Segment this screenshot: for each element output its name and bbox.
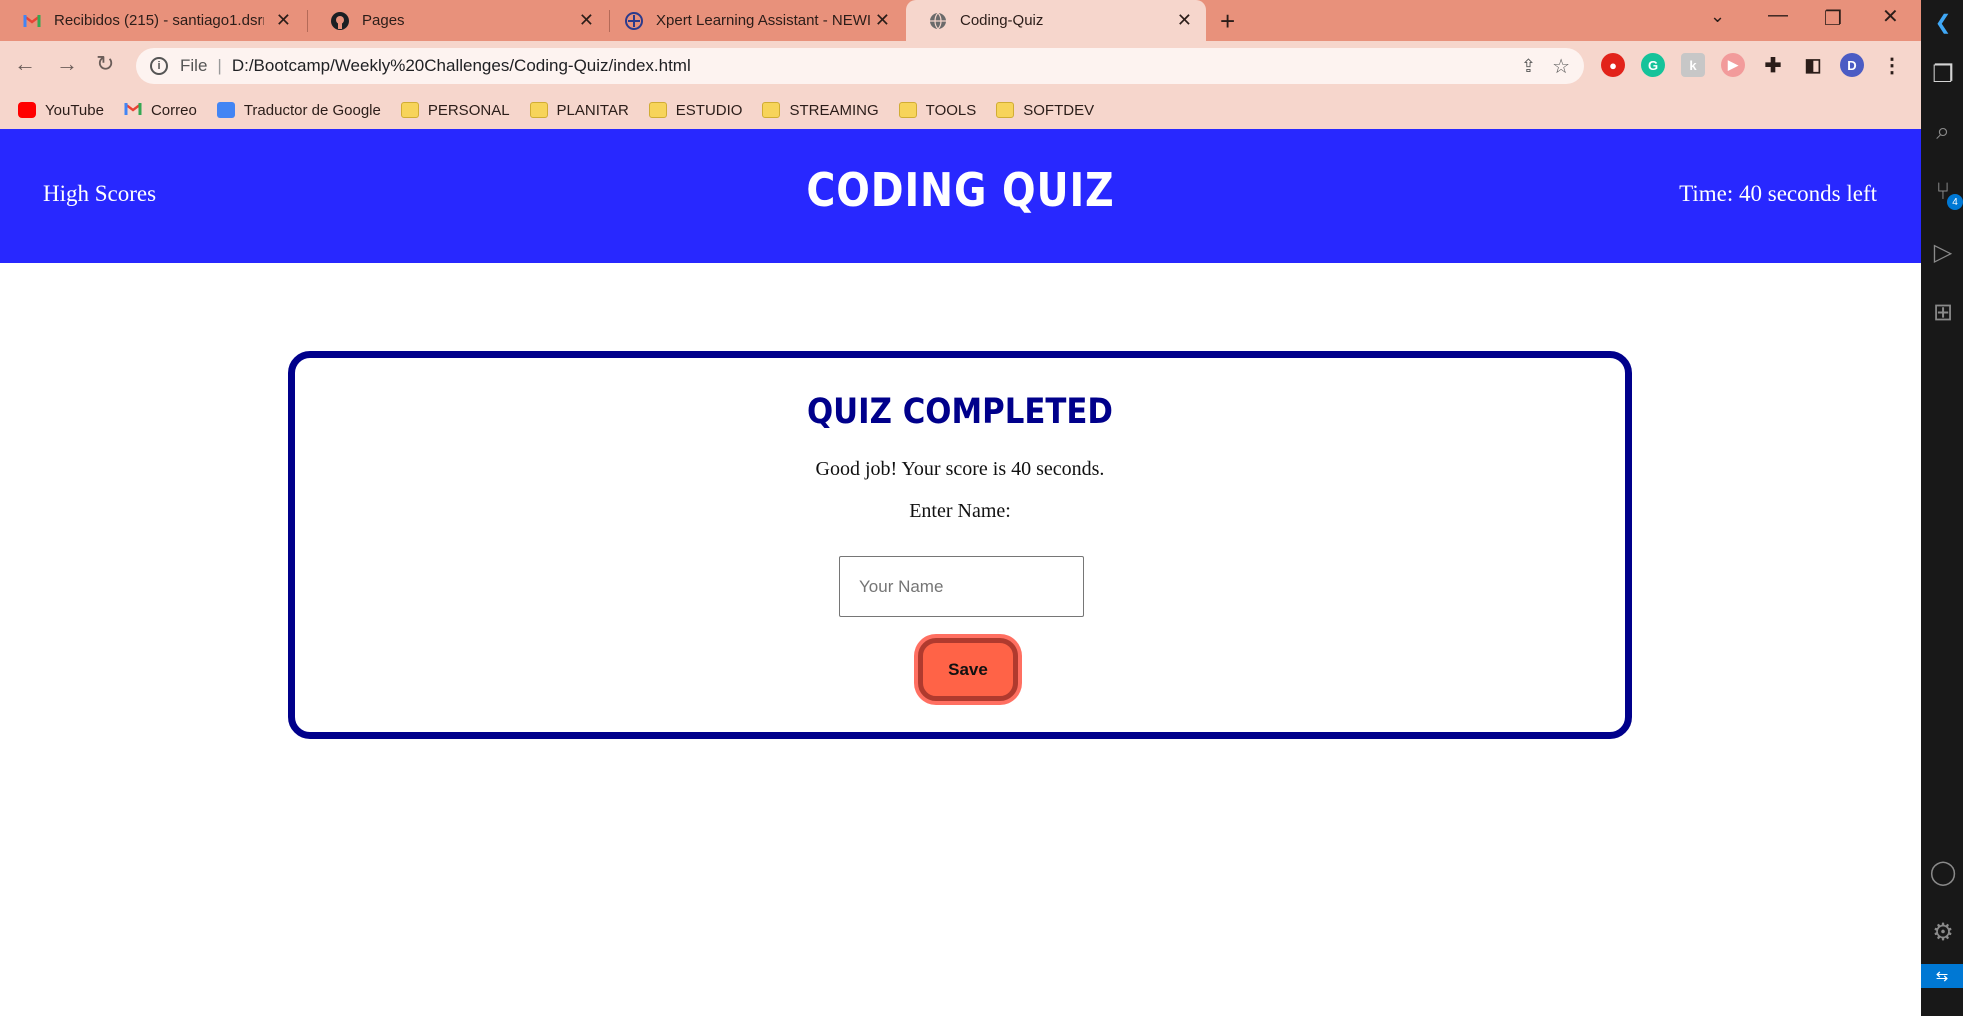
folder-icon (400, 102, 419, 118)
menu-icon[interactable]: ⋮ (1880, 53, 1904, 77)
bookmark-folder-streaming[interactable]: STREAMING (762, 101, 879, 119)
avatar[interactable]: D (1840, 53, 1864, 77)
scheme-label: File (180, 56, 208, 75)
address-bar[interactable]: i File | D:/Bootcamp/Weekly%20Challenges… (136, 48, 1584, 84)
close-icon[interactable]: ✕ (579, 10, 594, 31)
score-text: Good job! Your score is 40 seconds. (815, 458, 1105, 480)
tab-label: Coding-Quiz (960, 12, 1044, 29)
window-close-icon[interactable]: ✕ (1882, 4, 1899, 29)
url-text[interactable]: D:/Bootcamp/Weekly%20Challenges/Coding-Q… (232, 56, 691, 76)
folder-icon (898, 102, 917, 118)
minimize-icon[interactable]: — (1768, 4, 1788, 27)
tab-label: Recibidos (215) - santiago1.dsrm (54, 12, 264, 29)
page-title: CODING QUIZ (806, 163, 1115, 217)
back-icon[interactable]: ← (14, 51, 36, 77)
bookmark-label: TOOLS (925, 101, 977, 119)
xpert-icon (624, 11, 644, 31)
folder-icon (762, 102, 781, 118)
folder-icon (648, 102, 667, 118)
restore-icon[interactable]: ❐ (1824, 6, 1842, 31)
explorer-icon[interactable]: ❐ (1929, 60, 1957, 88)
close-icon[interactable]: ✕ (875, 10, 890, 31)
gmail-icon (22, 11, 42, 31)
vscode-activity-bar: ❮ ❐ ⌕ ⑂ 4 ▷ ⊞ ◯ ⚙ ⇆ (1921, 0, 1963, 1016)
vscode-logo-icon: ❮ (1934, 11, 1952, 34)
remote-icon[interactable]: ⇆ (1921, 964, 1963, 988)
bookmark-label: Correo (150, 101, 197, 119)
tab-search-icon[interactable]: ⌄ (1710, 6, 1725, 27)
bookmark-label: PERSONAL (427, 101, 510, 119)
share-icon[interactable]: ⇪ (1521, 56, 1536, 77)
screen-recorder-icon[interactable]: ▶ (1721, 53, 1745, 77)
bookmarks-bar: YouTube Correo Traductor de Google PERSO… (0, 91, 1921, 129)
side-panel-icon[interactable]: ◧ (1801, 53, 1825, 77)
bookmark-label: Traductor de Google (243, 101, 381, 119)
bookmark-folder-estudio[interactable]: ESTUDIO (648, 101, 743, 119)
bookmark-label: SOFTDEV (1023, 101, 1095, 119)
tab-label: Pages (362, 12, 405, 29)
tab-xpert[interactable]: Xpert Learning Assistant - NEWI ✕ (602, 0, 904, 41)
settings-gear-icon[interactable]: ⚙ (1929, 918, 1957, 946)
timer-text: Time: 40 seconds left (1679, 181, 1877, 206)
card-title: QUIZ COMPLETED (806, 392, 1113, 432)
divider: | (217, 56, 222, 75)
tab-gmail[interactable]: Recibidos (215) - santiago1.dsrm ✕ (0, 0, 305, 41)
bookmark-star-icon[interactable]: ☆ (1552, 54, 1570, 79)
github-icon (330, 11, 350, 31)
quiz-completed-card: QUIZ COMPLETED Good job! Your score is 4… (288, 351, 1632, 739)
account-icon[interactable]: ◯ (1929, 858, 1957, 886)
bookmark-traductor[interactable]: Traductor de Google (216, 101, 381, 119)
folder-icon (529, 102, 548, 118)
bookmark-youtube[interactable]: YouTube (18, 102, 104, 119)
bookmark-folder-tools[interactable]: TOOLS (898, 101, 977, 119)
save-button[interactable]: Save (918, 638, 1018, 701)
info-icon[interactable]: i (150, 57, 168, 75)
bookmark-folder-softdev[interactable]: SOFTDEV (996, 102, 1094, 119)
new-tab-icon[interactable]: + (1220, 6, 1235, 37)
close-icon[interactable]: ✕ (276, 10, 291, 31)
site-header: High Scores CODING QUIZ Time: 40 seconds… (0, 129, 1921, 263)
gmail-icon (124, 102, 142, 118)
browser-window: Recibidos (215) - santiago1.dsrm ✕ Pages… (0, 0, 1921, 1016)
puzzle-icon[interactable]: ✚ (1761, 53, 1785, 77)
bookmark-label: YouTube (45, 101, 104, 119)
grammarly-icon[interactable]: G (1641, 53, 1665, 77)
run-debug-icon[interactable]: ▷ (1929, 238, 1957, 266)
extension-icon[interactable]: k (1681, 53, 1705, 77)
extensions-icon[interactable]: ⊞ (1929, 298, 1957, 326)
globe-icon (928, 11, 948, 31)
folder-icon (996, 102, 1015, 118)
page-viewport: High Scores CODING QUIZ Time: 40 seconds… (0, 129, 1921, 1016)
translate-icon (216, 102, 235, 118)
scm-badge: 4 (1947, 194, 1963, 210)
name-label: Enter Name: (909, 500, 1011, 522)
bookmark-label: ESTUDIO (675, 101, 743, 119)
tab-label: Xpert Learning Assistant - NEWI (656, 12, 872, 29)
youtube-icon (18, 102, 36, 118)
tab-pages[interactable]: Pages ✕ (308, 0, 608, 41)
tab-coding-quiz[interactable]: Coding-Quiz ✕ (906, 0, 1206, 41)
bookmark-correo[interactable]: Correo (124, 102, 197, 119)
bookmark-folder-personal[interactable]: PERSONAL (400, 101, 510, 119)
search-icon[interactable]: ⌕ (1929, 118, 1957, 146)
forward-icon[interactable]: → (56, 51, 78, 77)
close-icon[interactable]: ✕ (1177, 10, 1192, 31)
bookmark-label: PLANITAR (556, 101, 629, 119)
adblock-icon[interactable]: ● (1601, 53, 1625, 77)
browser-toolbar: ← → ↻ i File | D:/Bootcamp/Weekly%20Chal… (0, 41, 1921, 91)
bookmark-label: STREAMING (789, 101, 879, 119)
tab-strip: Recibidos (215) - santiago1.dsrm ✕ Pages… (0, 0, 1921, 41)
name-input[interactable] (839, 556, 1084, 617)
bookmark-folder-planitar[interactable]: PLANITAR (529, 101, 629, 119)
reload-icon[interactable]: ↻ (96, 51, 114, 77)
